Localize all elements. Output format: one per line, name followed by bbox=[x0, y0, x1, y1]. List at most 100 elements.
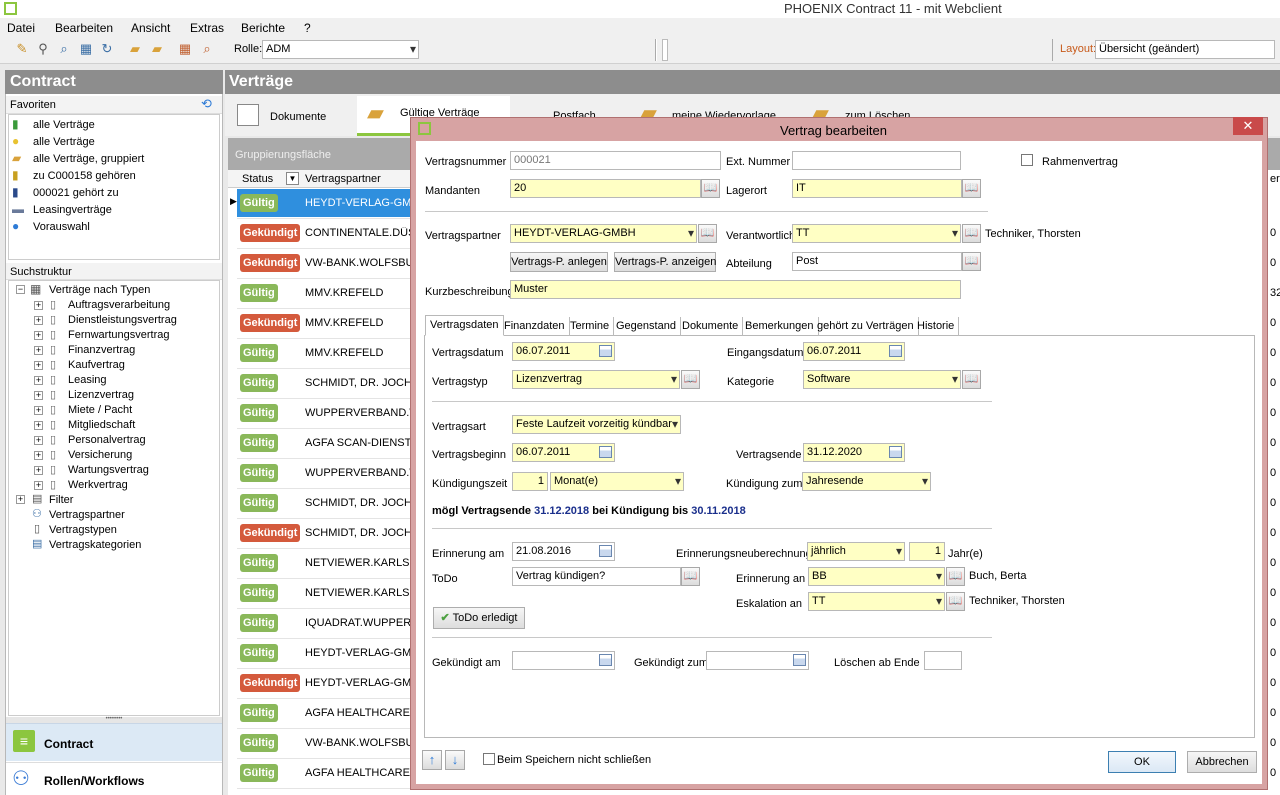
table-row[interactable] bbox=[237, 458, 410, 459]
table-row[interactable] bbox=[237, 368, 410, 369]
neuberechnung-select[interactable]: jährlich bbox=[807, 542, 905, 561]
calendar-icon[interactable] bbox=[793, 654, 806, 666]
kategorie-lookup-icon[interactable]: 📖 bbox=[962, 370, 981, 389]
abbrechen-button[interactable]: Abbrechen bbox=[1187, 751, 1257, 773]
todo-field[interactable]: Vertrag kündigen? bbox=[512, 567, 681, 586]
grid-icon[interactable]: ▦ bbox=[177, 41, 193, 57]
tree-vertragstypen[interactable]: Vertragstypen bbox=[49, 524, 117, 536]
expand-toggle[interactable]: + bbox=[16, 495, 25, 504]
favorite-item[interactable]: Vorauswahl bbox=[33, 221, 90, 233]
expand-toggle[interactable]: + bbox=[34, 301, 43, 310]
beim-speichern-checkbox[interactable] bbox=[483, 753, 495, 765]
tab-bemerkungen[interactable]: Bemerkungen bbox=[741, 317, 819, 336]
table-icon[interactable]: ▦ bbox=[78, 41, 94, 57]
sync-icon[interactable]: ⟲ bbox=[201, 96, 212, 112]
table-row[interactable] bbox=[237, 248, 410, 249]
up-arrow-button[interactable]: ↑ bbox=[422, 750, 442, 770]
verantwortlich-lookup-icon[interactable]: 📖 bbox=[962, 224, 981, 243]
vertragsart-select[interactable]: Feste Laufzeit vorzeitig kündbar bbox=[512, 415, 681, 434]
tree-type-item[interactable]: Wartungsvertrag bbox=[68, 464, 149, 476]
tab-historie[interactable]: Historie bbox=[913, 317, 960, 336]
table-row[interactable] bbox=[237, 218, 410, 219]
calendar-icon[interactable] bbox=[889, 446, 902, 458]
expand-toggle[interactable]: + bbox=[34, 451, 43, 460]
table-row[interactable] bbox=[237, 308, 410, 309]
table-row[interactable] bbox=[237, 668, 410, 669]
kuendigungszeit-unit-select[interactable]: Monat(e) bbox=[550, 472, 684, 491]
menu-ansicht[interactable]: Ansicht bbox=[131, 21, 170, 35]
vertragspartner-select[interactable]: HEYDT-VERLAG-GMBH bbox=[510, 224, 697, 243]
kuendigungszeit-number[interactable]: 1 bbox=[512, 472, 548, 491]
tree-type-item[interactable]: Personalvertrag bbox=[68, 434, 146, 446]
tab-gehört-zu-verträgen[interactable]: gehört zu Verträgen bbox=[813, 317, 919, 336]
expand-toggle[interactable]: + bbox=[34, 391, 43, 400]
favorite-item[interactable]: 000021 gehört zu bbox=[33, 187, 119, 199]
lagerort-lookup-icon[interactable]: 📖 bbox=[962, 179, 981, 198]
tree-type-item[interactable]: Lizenzvertrag bbox=[68, 389, 134, 401]
down-arrow-button[interactable]: ↓ bbox=[445, 750, 465, 770]
calendar-icon[interactable] bbox=[599, 545, 612, 557]
vertragsbeginn-field[interactable]: 06.07.2011 bbox=[512, 443, 615, 462]
table-row[interactable] bbox=[237, 398, 410, 399]
tree-type-item[interactable]: Versicherung bbox=[68, 449, 132, 461]
table-row[interactable] bbox=[237, 698, 410, 699]
filter-dropdown-icon[interactable]: ▼ bbox=[286, 172, 299, 185]
abteilung-lookup-icon[interactable]: 📖 bbox=[962, 252, 981, 271]
erinnerung-an-select[interactable]: BB bbox=[808, 567, 945, 586]
menu-bearbeiten[interactable]: Bearbeiten bbox=[55, 21, 113, 35]
expand-toggle[interactable]: + bbox=[34, 346, 43, 355]
filter-clear-icon[interactable]: ⌕ bbox=[199, 41, 215, 57]
col-vertragspartner[interactable]: Vertragspartner bbox=[305, 173, 381, 185]
folder-icon[interactable]: ▰ bbox=[149, 41, 165, 57]
tree-type-item[interactable]: Mitgliedschaft bbox=[68, 419, 135, 431]
table-row[interactable] bbox=[237, 638, 410, 639]
new-icon[interactable]: ✎ bbox=[14, 41, 30, 57]
tab-termine[interactable]: Termine bbox=[566, 317, 615, 336]
vertragspartner-anzeigen-button[interactable]: Vertrags-P. anzeigen bbox=[614, 252, 716, 272]
expand-toggle[interactable]: + bbox=[34, 481, 43, 490]
tree-type-item[interactable]: Dienstleistungsvertrag bbox=[68, 314, 177, 326]
favorite-item[interactable]: alle Verträge bbox=[33, 119, 95, 131]
table-row[interactable] bbox=[237, 788, 410, 789]
tree-root[interactable]: Verträge nach Typen bbox=[49, 284, 150, 296]
tree-type-item[interactable]: Leasing bbox=[68, 374, 107, 386]
table-row[interactable] bbox=[237, 548, 410, 549]
erinnerung-an-lookup-icon[interactable]: 📖 bbox=[946, 567, 965, 586]
refresh-icon[interactable]: ↻ bbox=[99, 41, 115, 57]
table-row[interactable] bbox=[237, 578, 410, 579]
kuendigung-zum-select[interactable]: Jahresende bbox=[802, 472, 931, 491]
collapse-toggle[interactable]: − bbox=[16, 285, 25, 294]
expand-toggle[interactable]: + bbox=[34, 406, 43, 415]
vertragspartner-anlegen-button[interactable]: Vertrags-P. anlegen bbox=[510, 252, 608, 272]
favorite-item[interactable]: zu C000158 gehören bbox=[33, 170, 136, 182]
menu-help[interactable]: ? bbox=[304, 21, 311, 35]
kategorie-select[interactable]: Software bbox=[803, 370, 961, 389]
tab-gegenstand[interactable]: Gegenstand bbox=[612, 317, 681, 336]
eingangsdatum-field[interactable]: 06.07.2011 bbox=[803, 342, 905, 361]
table-row[interactable] bbox=[237, 488, 410, 489]
layout-select[interactable]: Übersicht (geändert) bbox=[1095, 40, 1275, 59]
calendar-icon[interactable] bbox=[599, 446, 612, 458]
tree-type-item[interactable]: Auftragsverarbeitung bbox=[68, 299, 170, 311]
menu-berichte[interactable]: Berichte bbox=[241, 21, 285, 35]
expand-toggle[interactable]: + bbox=[34, 316, 43, 325]
tree-type-item[interactable]: Fernwartungsvertrag bbox=[68, 329, 170, 341]
col-status[interactable]: Status bbox=[242, 173, 273, 185]
vertragspartner-lookup-icon[interactable]: 📖 bbox=[698, 224, 717, 243]
expand-toggle[interactable]: + bbox=[34, 436, 43, 445]
favorite-item[interactable]: Leasingverträge bbox=[33, 204, 112, 216]
ok-button[interactable]: OK bbox=[1108, 751, 1176, 773]
eskalation-lookup-icon[interactable]: 📖 bbox=[946, 592, 965, 611]
mandanten-lookup-icon[interactable]: 📖 bbox=[701, 179, 720, 198]
search-icon[interactable]: ⚲ bbox=[35, 41, 51, 57]
expand-toggle[interactable]: + bbox=[34, 361, 43, 370]
abteilung-field[interactable]: Post bbox=[792, 252, 962, 271]
eskalation-select[interactable]: TT bbox=[808, 592, 945, 611]
zoom-icon[interactable]: ⌕ bbox=[56, 41, 72, 57]
expand-toggle[interactable]: + bbox=[34, 376, 43, 385]
tree-filter[interactable]: Filter bbox=[49, 494, 73, 506]
gekuendigt-am-field[interactable] bbox=[512, 651, 615, 670]
loeschen-field[interactable] bbox=[924, 651, 962, 670]
favorite-item[interactable]: alle Verträge bbox=[33, 136, 95, 148]
table-row[interactable] bbox=[237, 758, 410, 759]
